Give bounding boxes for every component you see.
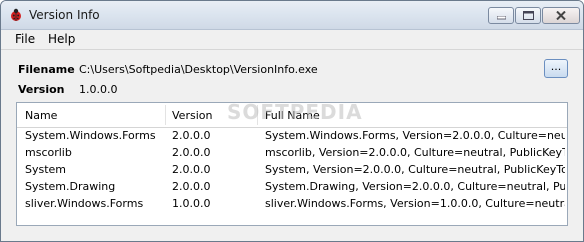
column-header-name[interactable]: Name xyxy=(25,109,57,122)
assembly-list[interactable]: Name Version Full Name System.Windows.Fo… xyxy=(16,102,568,226)
minimize-icon xyxy=(497,16,506,20)
table-row[interactable]: System.Drawing 2.0.0.0 System.Drawing, V… xyxy=(17,179,567,196)
menu-help[interactable]: Help xyxy=(48,32,75,46)
watermark: SOFTPEDIA xyxy=(227,102,363,124)
close-button[interactable] xyxy=(542,7,580,24)
menu-bar: File Help xyxy=(1,30,583,48)
cell-name: System.Windows.Forms xyxy=(25,129,156,142)
ladybug-icon xyxy=(11,8,21,21)
app-window: Version Info File Help Filename C:\Users… xyxy=(0,0,584,242)
cell-full-name: mscorlib, Version=2.0.0.0, Culture=neutr… xyxy=(265,146,565,159)
cell-version: 2.0.0.0 xyxy=(172,163,211,176)
window-title: Version Info xyxy=(29,8,100,22)
close-icon xyxy=(556,11,566,20)
menu-separator xyxy=(1,49,583,50)
cell-version: 1.0.0.0 xyxy=(172,197,211,210)
minimize-button[interactable] xyxy=(488,7,514,24)
filename-value: C:\Users\Softpedia\Desktop\VersionInfo.e… xyxy=(79,63,318,76)
maximize-icon xyxy=(523,11,534,20)
title-bar[interactable]: Version Info xyxy=(1,1,583,30)
cell-version: 2.0.0.0 xyxy=(172,180,211,193)
browse-button[interactable]: ... xyxy=(544,59,568,78)
menu-file[interactable]: File xyxy=(15,32,35,46)
filename-label: Filename xyxy=(18,63,75,76)
cell-full-name: System.Drawing, Version=2.0.0.0, Culture… xyxy=(265,180,565,193)
version-value: 1.0.0.0 xyxy=(79,83,118,96)
cell-name: sliver.Windows.Forms xyxy=(25,197,144,210)
column-divider[interactable] xyxy=(165,105,166,125)
cell-full-name: System, Version=2.0.0.0, Culture=neutral… xyxy=(265,163,565,176)
cell-name: System xyxy=(25,163,67,176)
window-bottom-edge xyxy=(1,233,583,241)
cell-version: 2.0.0.0 xyxy=(172,129,211,142)
table-row[interactable]: sliver.Windows.Forms 1.0.0.0 sliver.Wind… xyxy=(17,196,567,213)
version-label: Version xyxy=(18,83,65,96)
table-row[interactable]: System 2.0.0.0 System, Version=2.0.0.0, … xyxy=(17,162,567,179)
cell-version: 2.0.0.0 xyxy=(172,146,211,159)
column-header-version[interactable]: Version xyxy=(172,109,212,122)
cell-name: mscorlib xyxy=(25,146,72,159)
cell-name: System.Drawing xyxy=(25,180,116,193)
cell-full-name: sliver.Windows.Forms, Version=1.0.0.0, C… xyxy=(265,197,565,210)
cell-full-name: System.Windows.Forms, Version=2.0.0.0, C… xyxy=(265,129,565,142)
table-row[interactable]: System.Windows.Forms 2.0.0.0 System.Wind… xyxy=(17,128,567,145)
table-row[interactable]: mscorlib 2.0.0.0 mscorlib, Version=2.0.0… xyxy=(17,145,567,162)
maximize-button[interactable] xyxy=(515,7,541,24)
